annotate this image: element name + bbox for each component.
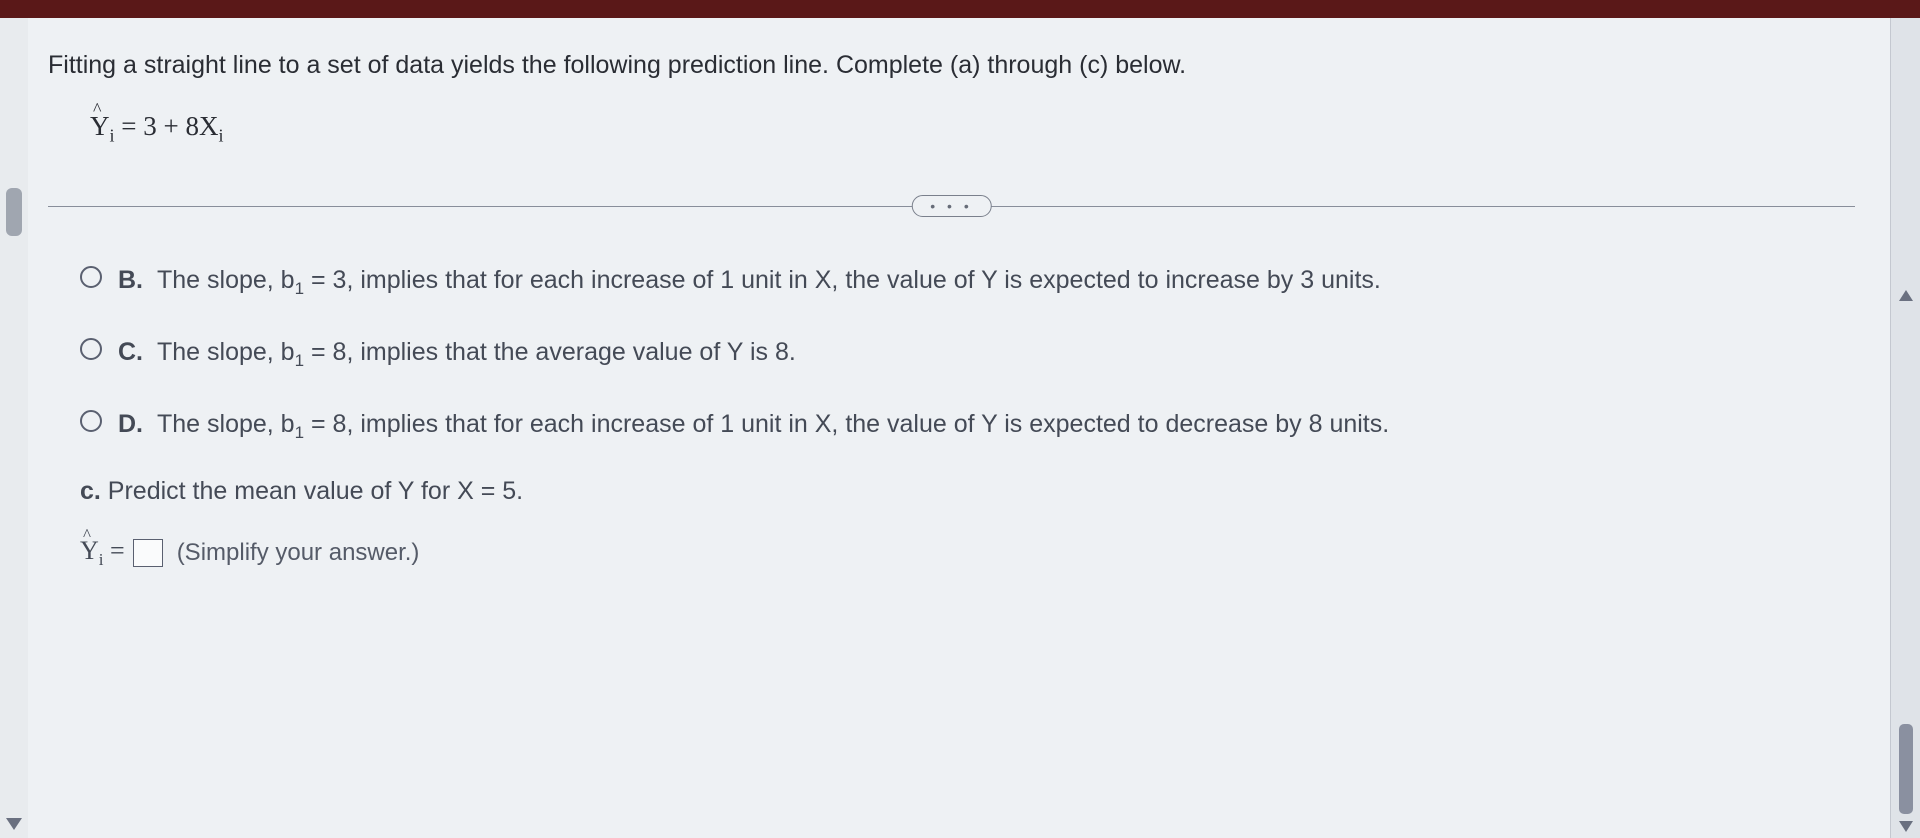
option-c-row: C. The slope, b1 = 8, implies that the a… bbox=[80, 334, 1807, 374]
option-d-radio[interactable] bbox=[80, 410, 102, 432]
answer-input-box[interactable] bbox=[133, 539, 163, 567]
option-c-letter: C. bbox=[118, 334, 143, 370]
option-b-row: B. The slope, b1 = 3, implies that for e… bbox=[80, 262, 1807, 302]
window-top-bar bbox=[0, 0, 1920, 18]
part-c-prompt: c. Predict the mean value of Y for X = 5… bbox=[80, 477, 1807, 506]
right-scroll-thumb[interactable] bbox=[1899, 724, 1913, 814]
question-panel: Fitting a straight line to a set of data… bbox=[28, 18, 1890, 838]
left-scroll-down-icon[interactable] bbox=[6, 818, 22, 830]
answer-options: B. The slope, b1 = 3, implies that for e… bbox=[48, 262, 1855, 570]
option-b-letter: B. bbox=[118, 262, 143, 298]
prediction-equation: Yi = 3 + 8Xi bbox=[90, 111, 1855, 146]
left-scrollbar[interactable] bbox=[0, 18, 28, 838]
option-d-row: D. The slope, b1 = 8, implies that for e… bbox=[80, 406, 1807, 446]
part-c-letter: c. bbox=[80, 477, 101, 505]
right-scroll-down-icon[interactable] bbox=[1899, 821, 1913, 832]
left-scroll-thumb[interactable] bbox=[6, 188, 22, 236]
content-wrapper: Fitting a straight line to a set of data… bbox=[0, 18, 1920, 838]
section-divider: • • • bbox=[48, 194, 1855, 218]
option-c-radio[interactable] bbox=[80, 338, 102, 360]
x-subscript: i bbox=[218, 125, 223, 145]
option-d-letter: D. bbox=[118, 406, 143, 442]
right-scroll-up-icon[interactable] bbox=[1899, 290, 1913, 301]
part-c-text: Predict the mean value of Y for X = 5. bbox=[101, 477, 523, 505]
answer-line: Yi = (Simplify your answer.) bbox=[80, 536, 1807, 570]
answer-y-hat: Y bbox=[80, 536, 99, 566]
equation-rhs: = 3 + 8X bbox=[115, 111, 219, 141]
y-hat-symbol: Y bbox=[90, 111, 110, 142]
simplify-note: (Simplify your answer.) bbox=[177, 539, 420, 567]
question-intro-text: Fitting a straight line to a set of data… bbox=[48, 48, 1855, 83]
option-b-radio[interactable] bbox=[80, 266, 102, 288]
answer-equals: = bbox=[104, 536, 125, 565]
option-d-text: The slope, b1 = 8, implies that for each… bbox=[157, 406, 1389, 446]
option-c-text: The slope, b1 = 8, implies that the aver… bbox=[157, 334, 796, 374]
right-scrollbar[interactable] bbox=[1890, 18, 1920, 838]
option-b-text: The slope, b1 = 3, implies that for each… bbox=[157, 262, 1381, 302]
expand-button[interactable]: • • • bbox=[911, 195, 991, 217]
